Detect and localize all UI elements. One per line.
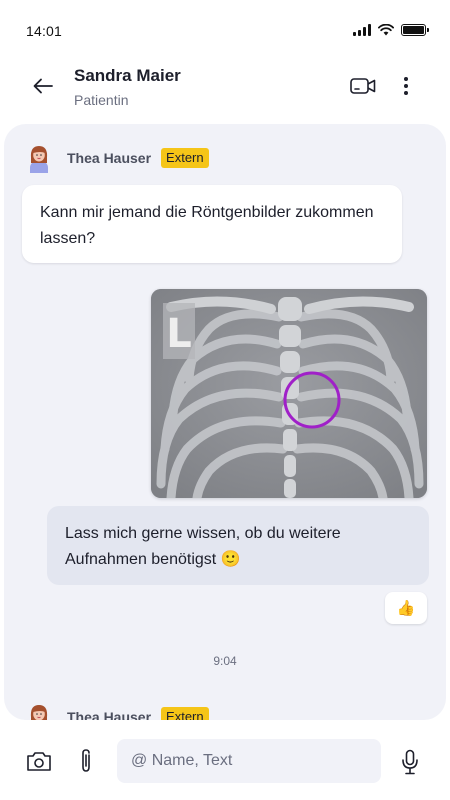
microphone-button[interactable] — [398, 747, 422, 777]
message-timestamp: 9:04 — [213, 654, 237, 668]
wifi-icon — [378, 24, 394, 36]
avatar-thea-hauser — [24, 143, 54, 173]
sender-name[interactable]: Thea Hauser — [67, 709, 151, 720]
battery-icon — [401, 24, 429, 36]
contact-role: Patientin — [74, 92, 129, 108]
xray-side-marker: L — [166, 311, 192, 357]
incoming-message[interactable]: Kann mir jemand die Röntgenbilder zukomm… — [22, 185, 402, 263]
paperclip-icon — [82, 749, 90, 772]
signal-icon — [353, 24, 371, 36]
message-sender: Thea Hauser Extern — [24, 143, 209, 173]
contact-name[interactable]: Sandra Maier — [74, 66, 181, 86]
xray-image-message[interactable]: L — [151, 289, 427, 498]
extern-badge: Extern — [161, 707, 209, 720]
message-input[interactable] — [117, 739, 381, 783]
reaction-thumbs-up[interactable]: 👍 — [385, 592, 427, 624]
camera-button[interactable] — [24, 748, 54, 774]
microphone-icon — [402, 749, 418, 775]
sender-name[interactable]: Thea Hauser — [67, 150, 151, 166]
attach-button[interactable] — [74, 747, 98, 775]
xray-image: L — [151, 289, 427, 498]
video-call-icon — [350, 78, 376, 94]
more-options-button[interactable] — [394, 72, 418, 100]
extern-badge: Extern — [161, 148, 209, 168]
status-bar: 14:01 — [0, 0, 450, 60]
status-icons — [353, 24, 429, 36]
avatar[interactable] — [24, 143, 54, 173]
message-list[interactable]: Thea Hauser Extern Kann mir jemand die R… — [4, 124, 446, 720]
message-sender: Thea Hauser Extern — [24, 702, 209, 720]
composer-bar — [0, 720, 450, 800]
avatar[interactable] — [24, 702, 54, 720]
back-arrow-icon — [33, 78, 53, 94]
more-vertical-icon — [404, 77, 408, 95]
outgoing-message[interactable]: Lass mich gerne wissen, ob du weitere Au… — [47, 506, 429, 585]
camera-icon — [27, 752, 51, 771]
chat-header: Sandra Maier Patientin — [0, 60, 450, 124]
video-call-button[interactable] — [349, 73, 377, 99]
back-button[interactable] — [28, 74, 58, 98]
avatar-thea-hauser — [24, 702, 54, 720]
status-time: 14:01 — [26, 23, 63, 39]
